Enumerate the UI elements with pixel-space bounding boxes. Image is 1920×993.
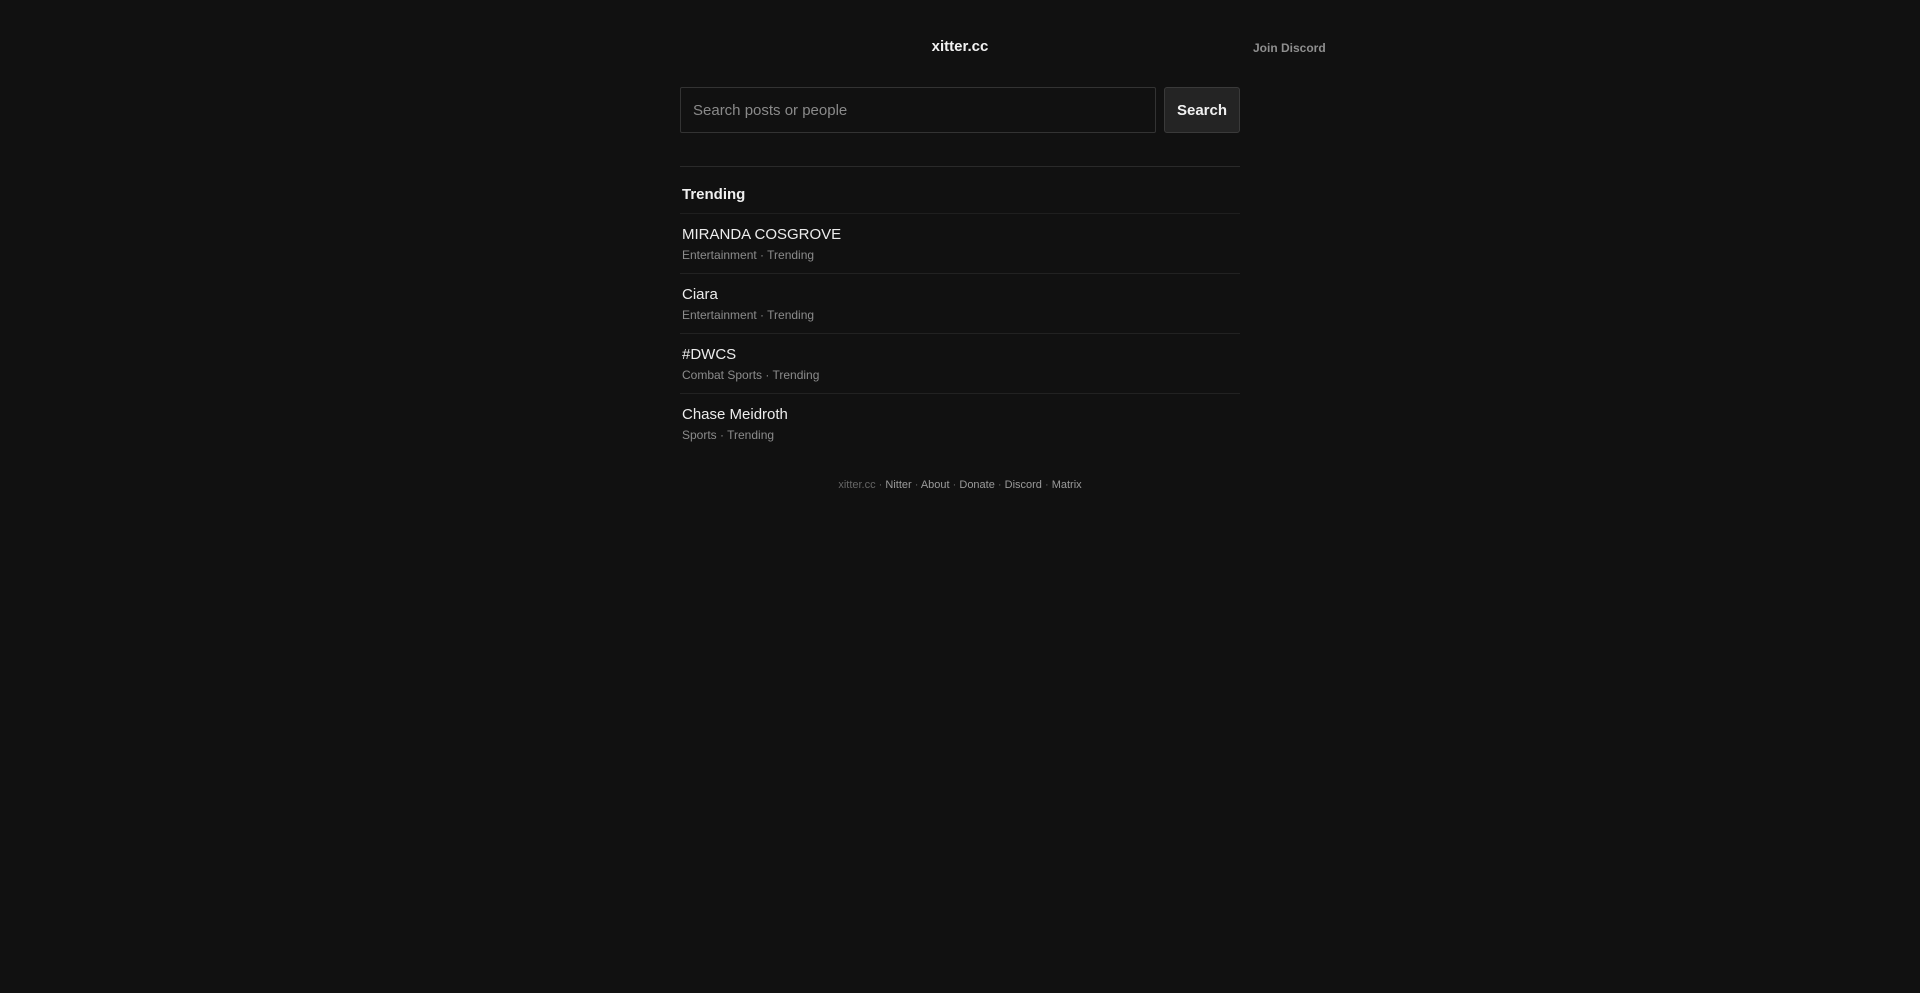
trend-name: Ciara	[682, 286, 718, 303]
footer-separator: ·	[994, 479, 1005, 491]
trend-meta: Combat Sports · Trending	[682, 368, 820, 382]
search-button[interactable]: Search	[1164, 87, 1240, 133]
site-header: xitter.cc Join Discord	[0, 0, 1920, 90]
join-discord-link[interactable]: Join Discord	[1253, 40, 1326, 56]
search-bar: Search	[680, 87, 1240, 133]
trend-meta: Entertainment · Trending	[682, 308, 815, 322]
footer-separator: ·	[911, 479, 921, 491]
trending-section: Trending MIRANDA COSGROVE Entertainment …	[680, 167, 1240, 453]
trend-item[interactable]: MIRANDA COSGROVE Entertainment · Trendin…	[680, 214, 1240, 274]
main-content: Search Trending MIRANDA COSGROVE Enterta…	[680, 87, 1240, 453]
footer-separator: ·	[875, 479, 886, 491]
trend-name: MIRANDA COSGROVE	[682, 226, 842, 243]
trend-meta: Entertainment · Trending	[682, 248, 815, 262]
trend-item[interactable]: Ciara Entertainment · Trending	[680, 274, 1240, 334]
footer-link-discord[interactable]: Discord	[1005, 479, 1042, 491]
trend-name: Chase Meidroth	[682, 406, 788, 423]
site-footer: xitter.cc · Nitter · About · Donate · Di…	[0, 477, 1920, 493]
footer-link-donate[interactable]: Donate	[959, 479, 994, 491]
footer-separator: ·	[949, 479, 960, 491]
footer-link-nitter[interactable]: Nitter	[885, 479, 911, 491]
footer-site-name: xitter.cc	[838, 479, 876, 491]
trending-title: Trending	[680, 167, 1240, 214]
trend-meta: Sports · Trending	[682, 428, 775, 442]
footer-link-about[interactable]: About	[921, 479, 950, 491]
trend-name: #DWCS	[682, 346, 737, 363]
footer-separator: ·	[1041, 479, 1052, 491]
footer-link-matrix[interactable]: Matrix	[1052, 479, 1082, 491]
search-input[interactable]	[680, 87, 1156, 133]
trend-item[interactable]: #DWCS Combat Sports · Trending	[680, 334, 1240, 394]
trend-item[interactable]: Chase Meidroth Sports · Trending	[680, 394, 1240, 453]
site-title[interactable]: xitter.cc	[0, 37, 1920, 57]
